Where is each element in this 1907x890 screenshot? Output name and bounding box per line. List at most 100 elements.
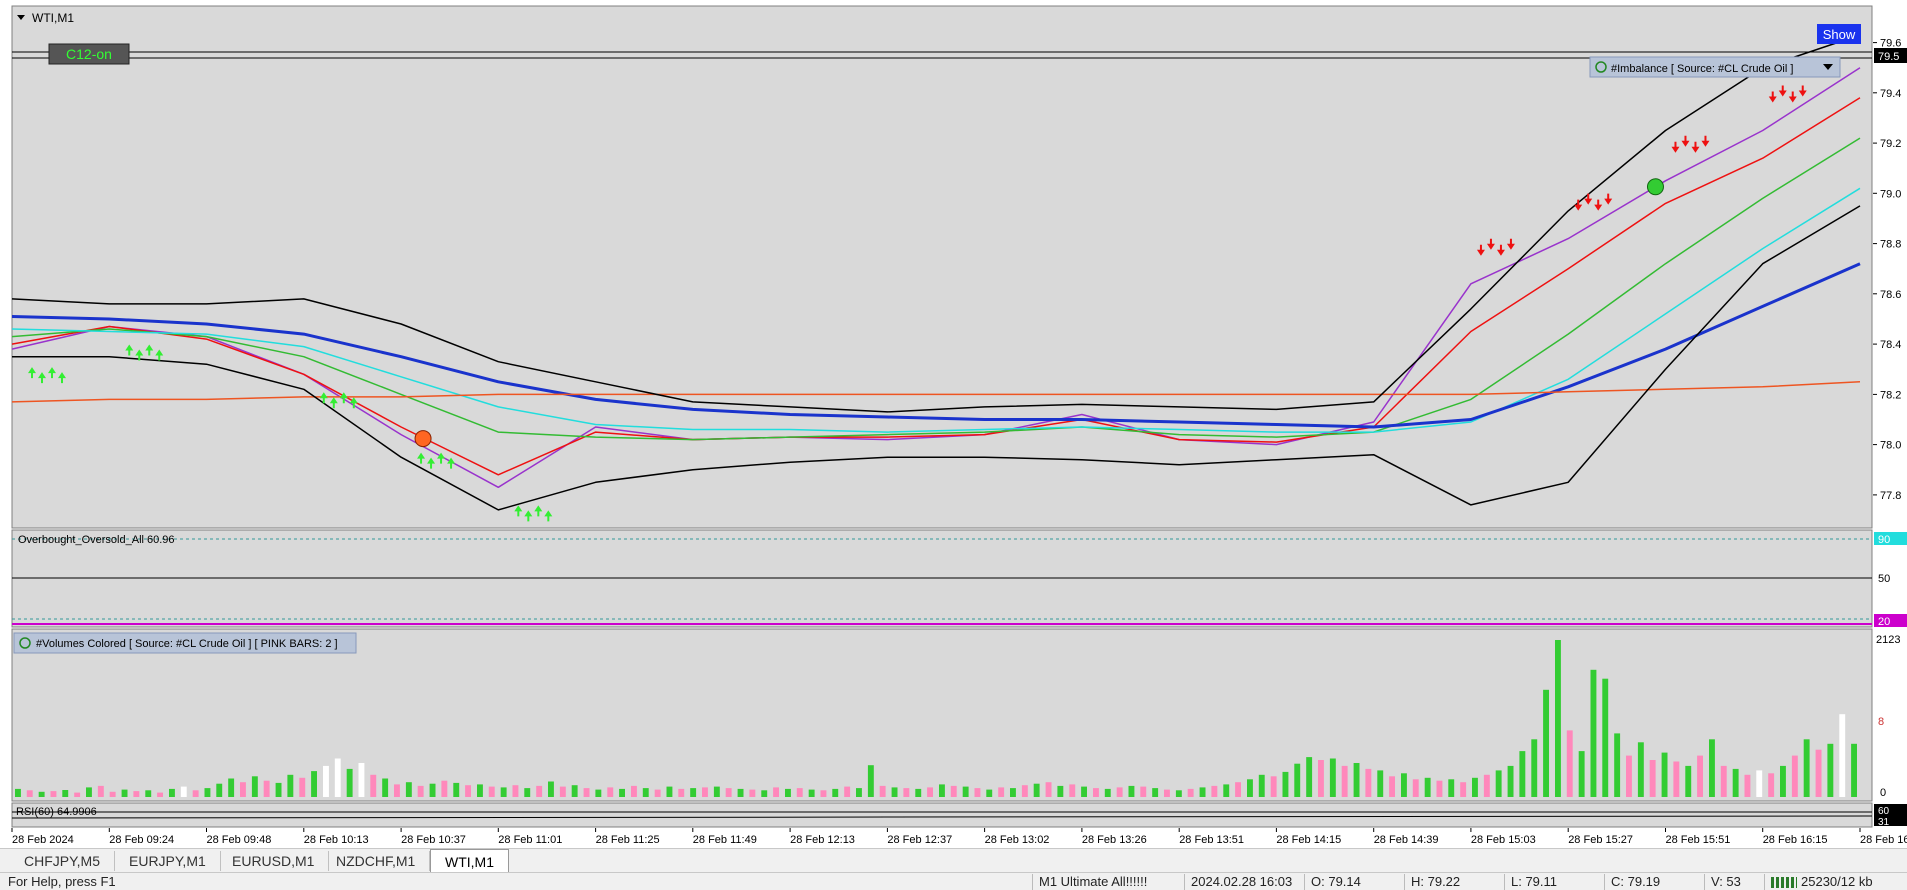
volume-bar [1365, 768, 1372, 797]
volume-bar [690, 788, 697, 797]
status-help: For Help, press F1 [8, 874, 116, 889]
volume-bar [1720, 765, 1727, 797]
tab-eurjpy[interactable]: EURJPY,M1 [115, 851, 221, 871]
c12-badge-label: C12-on [66, 46, 112, 62]
volume-bar [477, 784, 483, 797]
volume-bar [1649, 760, 1656, 797]
volume-bar [417, 785, 424, 797]
volume-bar [1069, 784, 1076, 797]
oscillator-level-90-label: 90 [1878, 534, 1890, 546]
time-tick-label: 28 Feb 13:26 [1082, 834, 1147, 846]
volume-scale-zero-label: 0 [1880, 787, 1886, 799]
volume-bar [796, 788, 803, 797]
volume-bar [571, 785, 578, 797]
volume-bar [1282, 771, 1289, 797]
volume-bar [1412, 779, 1419, 797]
oscillator-level-20-label: 20 [1878, 616, 1890, 628]
volume-bar [1661, 752, 1668, 797]
volume-bar [1851, 743, 1857, 797]
time-tick-label: 28 Feb 2024 [12, 834, 74, 846]
volume-bar [950, 785, 957, 797]
tab-wti[interactable]: WTI,M1 [430, 849, 509, 873]
volume-bar [1590, 669, 1597, 797]
window-title: WTI,M1 [32, 11, 74, 25]
tab-eurusd[interactable]: EURUSD,M1 [218, 851, 330, 871]
volume-bar [488, 786, 495, 797]
oscillator-label: Overbought_Oversold_All 60.96 [18, 534, 175, 546]
tab-chfjpy[interactable]: CHFJPY,M5 [10, 851, 115, 871]
volume-bar [500, 787, 507, 797]
volume-bar [74, 792, 81, 797]
show-button-label: Show [1823, 27, 1856, 42]
volume-bar [1187, 788, 1194, 797]
volume-bar [1045, 782, 1052, 797]
tab-nzdchf[interactable]: NZDCHF,M1 [322, 851, 431, 871]
imbalance-label: #Imbalance [ Source: #CL Crude Oil ] [1611, 63, 1793, 75]
volume-bar [844, 786, 851, 797]
volume-bar [642, 788, 649, 797]
volume-bar [1507, 765, 1514, 797]
volume-bar [749, 789, 756, 797]
volume-bar [915, 788, 922, 797]
volume-bar [228, 778, 235, 797]
sell-signal-circle [414, 430, 432, 448]
volume-bar [1519, 751, 1526, 797]
volume-bar [1341, 765, 1348, 797]
time-tick-label: 28 Feb 09:24 [109, 834, 174, 846]
volume-bar [879, 785, 886, 797]
status-low: L: 79.11 [1504, 874, 1604, 890]
volume-bar [1353, 763, 1360, 797]
time-tick-label: 28 Feb 11:25 [596, 834, 660, 846]
volume-bar [62, 790, 69, 797]
rsi-label: RSI(60) 64.9906 [16, 806, 97, 818]
volume-bar [1093, 788, 1099, 797]
volume-bar [441, 780, 448, 797]
volume-bar [240, 782, 246, 797]
volume-bar [1010, 788, 1016, 797]
volume-bar [15, 788, 21, 797]
volume-bar [1791, 755, 1798, 797]
volume-bar [1258, 774, 1265, 797]
status-volume: V: 53 [1704, 874, 1764, 890]
volume-bar [299, 777, 306, 797]
volume-bar [26, 790, 33, 797]
price-tick-label: 78.0 [1880, 440, 1901, 452]
volume-bar [536, 785, 543, 797]
price-tick-label: 79.2 [1880, 138, 1901, 150]
volume-bar [1401, 773, 1407, 797]
price-tick-label: 79.0 [1880, 188, 1901, 200]
volume-bar [1460, 782, 1467, 797]
volume-bar [1756, 770, 1763, 797]
volume-bar [607, 787, 614, 797]
volume-bar [548, 781, 554, 797]
chart-canvas: 79.6 79.4 79.2 79.0 78.8 78.6 78.4 78.2 78.0 77.8… [0, 5, 1907, 848]
time-tick-label: 28 Feb 11:49 [693, 834, 757, 846]
time-tick-label: 28 Feb 12:37 [887, 834, 952, 846]
volume-bar [619, 788, 625, 797]
status-close: C: 79.19 [1604, 874, 1704, 890]
volume-bar [761, 790, 768, 797]
volume-bar [465, 785, 471, 797]
volume-bar [1815, 749, 1822, 797]
price-tick-label: 77.8 [1880, 490, 1901, 502]
volume-bar [678, 788, 685, 797]
volume-bar [702, 787, 708, 797]
volume-bar [1081, 786, 1087, 797]
volume-bar [1483, 774, 1490, 797]
status-profile[interactable]: M1 Ultimate All!!!!!! [1032, 874, 1184, 890]
time-tick-label: 28 Feb 10:37 [401, 834, 466, 846]
volume-bar [1448, 779, 1455, 797]
volume-scale-mid-label: 8 [1878, 716, 1884, 728]
volume-bar [808, 789, 815, 797]
volume-bar [524, 788, 531, 797]
time-tick-label: 28 Feb 16:39 [1860, 834, 1907, 846]
traffic-label: 25230/12 kb [1801, 874, 1873, 889]
time-tick-label: 28 Feb 12:13 [790, 834, 855, 846]
volume-bar [263, 780, 270, 797]
volume-bar [121, 789, 128, 797]
volume-bar [145, 790, 152, 797]
volume-bar [1140, 786, 1147, 797]
volume-bar [666, 786, 673, 797]
volume-bar [820, 790, 827, 797]
price-tick-label: 78.2 [1880, 389, 1901, 401]
